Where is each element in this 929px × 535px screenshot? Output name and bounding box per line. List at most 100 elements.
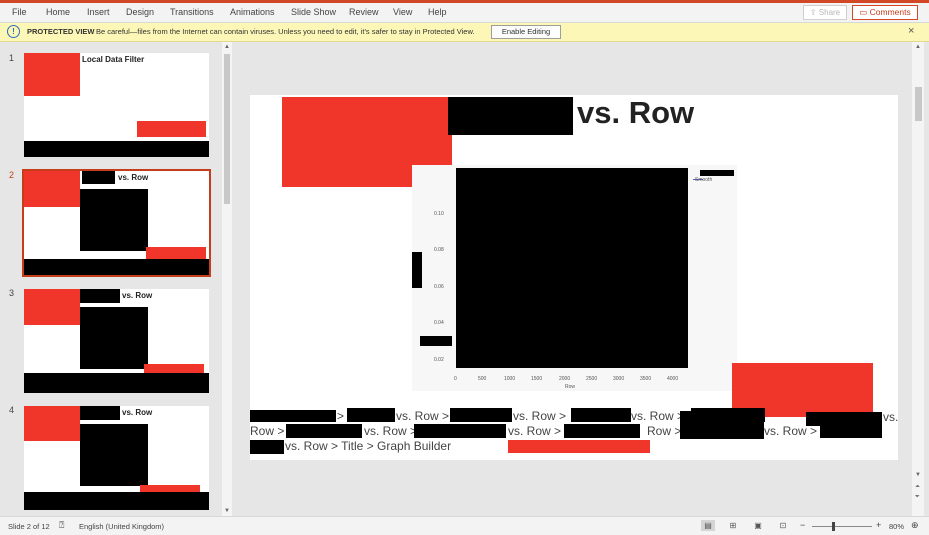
red-block [137, 121, 206, 137]
redacted-block [820, 424, 882, 438]
ribbon-tabs: File Home Insert Design Transitions Anim… [0, 3, 929, 23]
redacted-block [420, 336, 452, 346]
comments-button[interactable]: ▭ Comments [852, 5, 918, 20]
x-tick-label: 3000 [613, 376, 625, 382]
x-tick-label: 500 [478, 376, 487, 382]
slide-counter: Slide 2 of 12 [8, 522, 50, 531]
breadcrumb-text: vs. Row > [508, 424, 562, 438]
redacted-block [82, 171, 115, 184]
slide-show-icon[interactable]: ⊡ [776, 520, 790, 531]
menu-view[interactable]: View [393, 7, 412, 17]
menu-insert[interactable]: Insert [87, 7, 110, 17]
reading-view-icon[interactable]: ▣ [751, 520, 765, 531]
thumbnail-title: Local Data Filter [82, 55, 145, 64]
protected-view-title: PROTECTED VIEW [27, 27, 95, 36]
x-axis-label: Row [565, 384, 576, 390]
language-indicator[interactable]: English (United Kingdom) [79, 522, 164, 531]
protected-view-bar: ! PROTECTED VIEW Be careful—files from t… [0, 23, 929, 42]
redacted-block [80, 289, 120, 303]
x-tick-label: 3500 [640, 376, 652, 382]
menu-help[interactable]: Help [428, 7, 447, 17]
next-slide-icon[interactable]: ⏷ [915, 494, 920, 501]
y-tick-label: 0.02 [434, 357, 444, 363]
scrollbar-thumb[interactable] [224, 54, 230, 204]
share-label: Share [818, 8, 841, 17]
zoom-out-icon[interactable]: − [800, 520, 805, 530]
redacted-block [24, 259, 209, 275]
menu-review[interactable]: Review [349, 7, 379, 17]
x-tick-label: 1000 [504, 376, 516, 382]
x-tick-label: 1500 [531, 376, 543, 382]
fit-to-window-icon[interactable]: ⊕ [911, 520, 919, 531]
menu-transitions[interactable]: Transitions [170, 7, 214, 17]
normal-view-icon[interactable]: ▤ [701, 520, 715, 531]
slide-sorter-icon[interactable]: ⊞ [726, 520, 740, 531]
redacted-block [250, 410, 336, 422]
scroll-up-icon[interactable]: ▲ [915, 44, 921, 50]
slide-thumbnail-2[interactable]: vs. Row [22, 169, 211, 277]
redacted-block [286, 424, 362, 438]
menu-slide-show[interactable]: Slide Show [291, 7, 336, 17]
menu-animations[interactable]: Animations [230, 7, 275, 17]
redacted-block [80, 424, 148, 486]
redacted-block [680, 411, 764, 439]
redacted-block [80, 406, 120, 420]
zoom-slider[interactable] [812, 526, 872, 527]
breadcrumb-text: Row > [250, 424, 285, 438]
y-tick-label: 0.08 [434, 247, 444, 253]
redacted-block [347, 408, 395, 422]
breadcrumb-text: vs. Row > [396, 409, 450, 423]
scrollbar-thumb[interactable] [915, 87, 922, 121]
thumbnail-number: 2 [9, 170, 15, 180]
red-block [508, 440, 650, 453]
scroll-down-icon[interactable]: ▼ [224, 508, 230, 514]
menu-file[interactable]: File [12, 7, 27, 17]
plot-area-redacted [456, 168, 688, 368]
redacted-block [24, 373, 209, 393]
x-tick-label: 0 [454, 376, 457, 382]
menu-design[interactable]: Design [126, 7, 154, 17]
x-tick-label: 2500 [586, 376, 598, 382]
slide-title: vs. Row [577, 95, 695, 130]
slide-thumbnail-3[interactable]: vs. Row [24, 289, 209, 393]
close-icon[interactable]: × [908, 25, 914, 37]
spelling-icon[interactable]: ⍰ [59, 520, 64, 531]
previous-slide-icon[interactable]: ⏶ [915, 484, 920, 491]
red-block [24, 406, 80, 441]
legend-smooth: Smooth [695, 177, 713, 183]
redacted-block [80, 189, 148, 251]
red-block [146, 247, 206, 259]
zoom-slider-thumb[interactable] [832, 522, 835, 531]
enable-editing-button[interactable]: Enable Editing [491, 25, 561, 39]
current-slide[interactable]: vs. Row Smooth 0.10 0.08 0.06 0.04 0.02 … [250, 95, 898, 460]
redacted-block [250, 440, 284, 454]
x-tick-label: 2000 [559, 376, 571, 382]
breadcrumb-text: vs. [883, 410, 899, 424]
status-bar: Slide 2 of 12 ⍰ English (United Kingdom)… [0, 516, 929, 535]
shield-icon: ! [7, 25, 20, 38]
comment-icon: ▭ [859, 7, 868, 17]
share-button[interactable]: ⇪ Share [803, 5, 847, 20]
scroll-down-icon[interactable]: ▼ [915, 472, 921, 478]
redacted-block [448, 97, 573, 135]
redacted-block [24, 141, 209, 157]
thumbnail-title: vs. Row [122, 291, 153, 300]
redacted-block [412, 252, 422, 288]
scroll-up-icon[interactable]: ▲ [224, 44, 230, 50]
legend-redacted [700, 170, 734, 176]
breadcrumb-text: > [337, 409, 345, 423]
breadcrumb-text: vs. Row > [764, 424, 818, 438]
redacted-block [450, 408, 512, 422]
protected-view-message: Be careful—files from the Internet can c… [96, 27, 475, 36]
red-block [24, 171, 80, 207]
zoom-in-icon[interactable]: + [876, 520, 881, 530]
slide-thumbnail-4[interactable]: vs. Row [24, 406, 209, 510]
comments-label: Comments [869, 7, 911, 17]
zoom-level[interactable]: 80% [889, 522, 904, 531]
slide-scrollbar[interactable]: ▲ ▼ ⏶ ⏷ [912, 42, 924, 516]
thumbnail-scrollbar[interactable]: ▲ ▼ [222, 42, 232, 516]
menu-home[interactable]: Home [46, 7, 70, 17]
slide-thumbnail-1[interactable]: Local Data Filter [24, 53, 209, 157]
thumbnail-title: vs. Row [122, 408, 153, 417]
redacted-block [571, 408, 631, 422]
